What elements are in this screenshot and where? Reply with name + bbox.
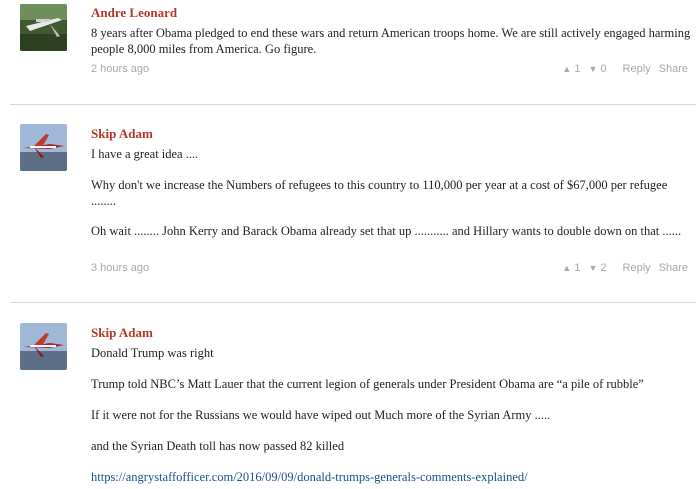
share-button[interactable]: Share [659, 63, 688, 76]
reply-button[interactable]: Reply [623, 262, 651, 275]
comment-divider [10, 104, 696, 105]
comment-divider [10, 302, 696, 303]
comment-link-paragraph: https://angrystaffofficer.com/2016/09/09… [91, 469, 691, 485]
downvote-button[interactable]: ▼ 2 [588, 262, 606, 275]
comment-text: 8 years after Obama pledged to end these… [91, 26, 691, 56]
downvote-count: 2 [600, 262, 607, 274]
comment-author[interactable]: Andre Leonard [91, 5, 177, 20]
avatar[interactable] [20, 4, 67, 51]
downvote-count: 0 [600, 63, 607, 75]
comment-author[interactable]: Skip Adam [91, 325, 153, 340]
comment-author[interactable]: Skip Adam [91, 126, 153, 141]
upvote-button[interactable]: ▲ 1 [562, 262, 580, 275]
upvote-count: 1 [574, 63, 581, 75]
up-arrow-icon: ▲ [562, 64, 572, 74]
avatar[interactable] [20, 323, 67, 370]
comment-actions: ▲ 1 ▼ 2 Reply Share [562, 262, 688, 275]
downvote-button[interactable]: ▼ 0 [588, 63, 606, 76]
comment-text: and the Syrian Death toll has now passed… [91, 439, 345, 453]
comment-text: Donald Trump was right [91, 346, 214, 360]
comment-timestamp[interactable]: 3 hours ago [91, 262, 149, 275]
comment-text: Trump told NBC’s Matt Lauer that the cur… [91, 377, 644, 391]
upvote-count: 1 [574, 262, 581, 274]
comment-text: I have a great idea .... [91, 147, 199, 161]
avatar[interactable] [20, 124, 67, 171]
comment-timestamp[interactable]: 2 hours ago [91, 63, 149, 76]
comment-text: Why don't we increase the Numbers of ref… [91, 178, 668, 208]
comment-text: If it were not for the Russians we would… [91, 408, 551, 422]
comment-text: Oh wait ........ John Kerry and Barack O… [91, 224, 682, 238]
up-arrow-icon: ▲ [562, 263, 572, 273]
reply-button[interactable]: Reply [623, 63, 651, 76]
down-arrow-icon: ▼ [588, 64, 598, 74]
upvote-button[interactable]: ▲ 1 [562, 63, 580, 76]
down-arrow-icon: ▼ [588, 263, 598, 273]
comment-link[interactable]: https://angrystaffofficer.com/2016/09/09… [91, 470, 528, 484]
share-button[interactable]: Share [659, 262, 688, 275]
comment-actions: ▲ 1 ▼ 0 Reply Share [562, 63, 688, 76]
